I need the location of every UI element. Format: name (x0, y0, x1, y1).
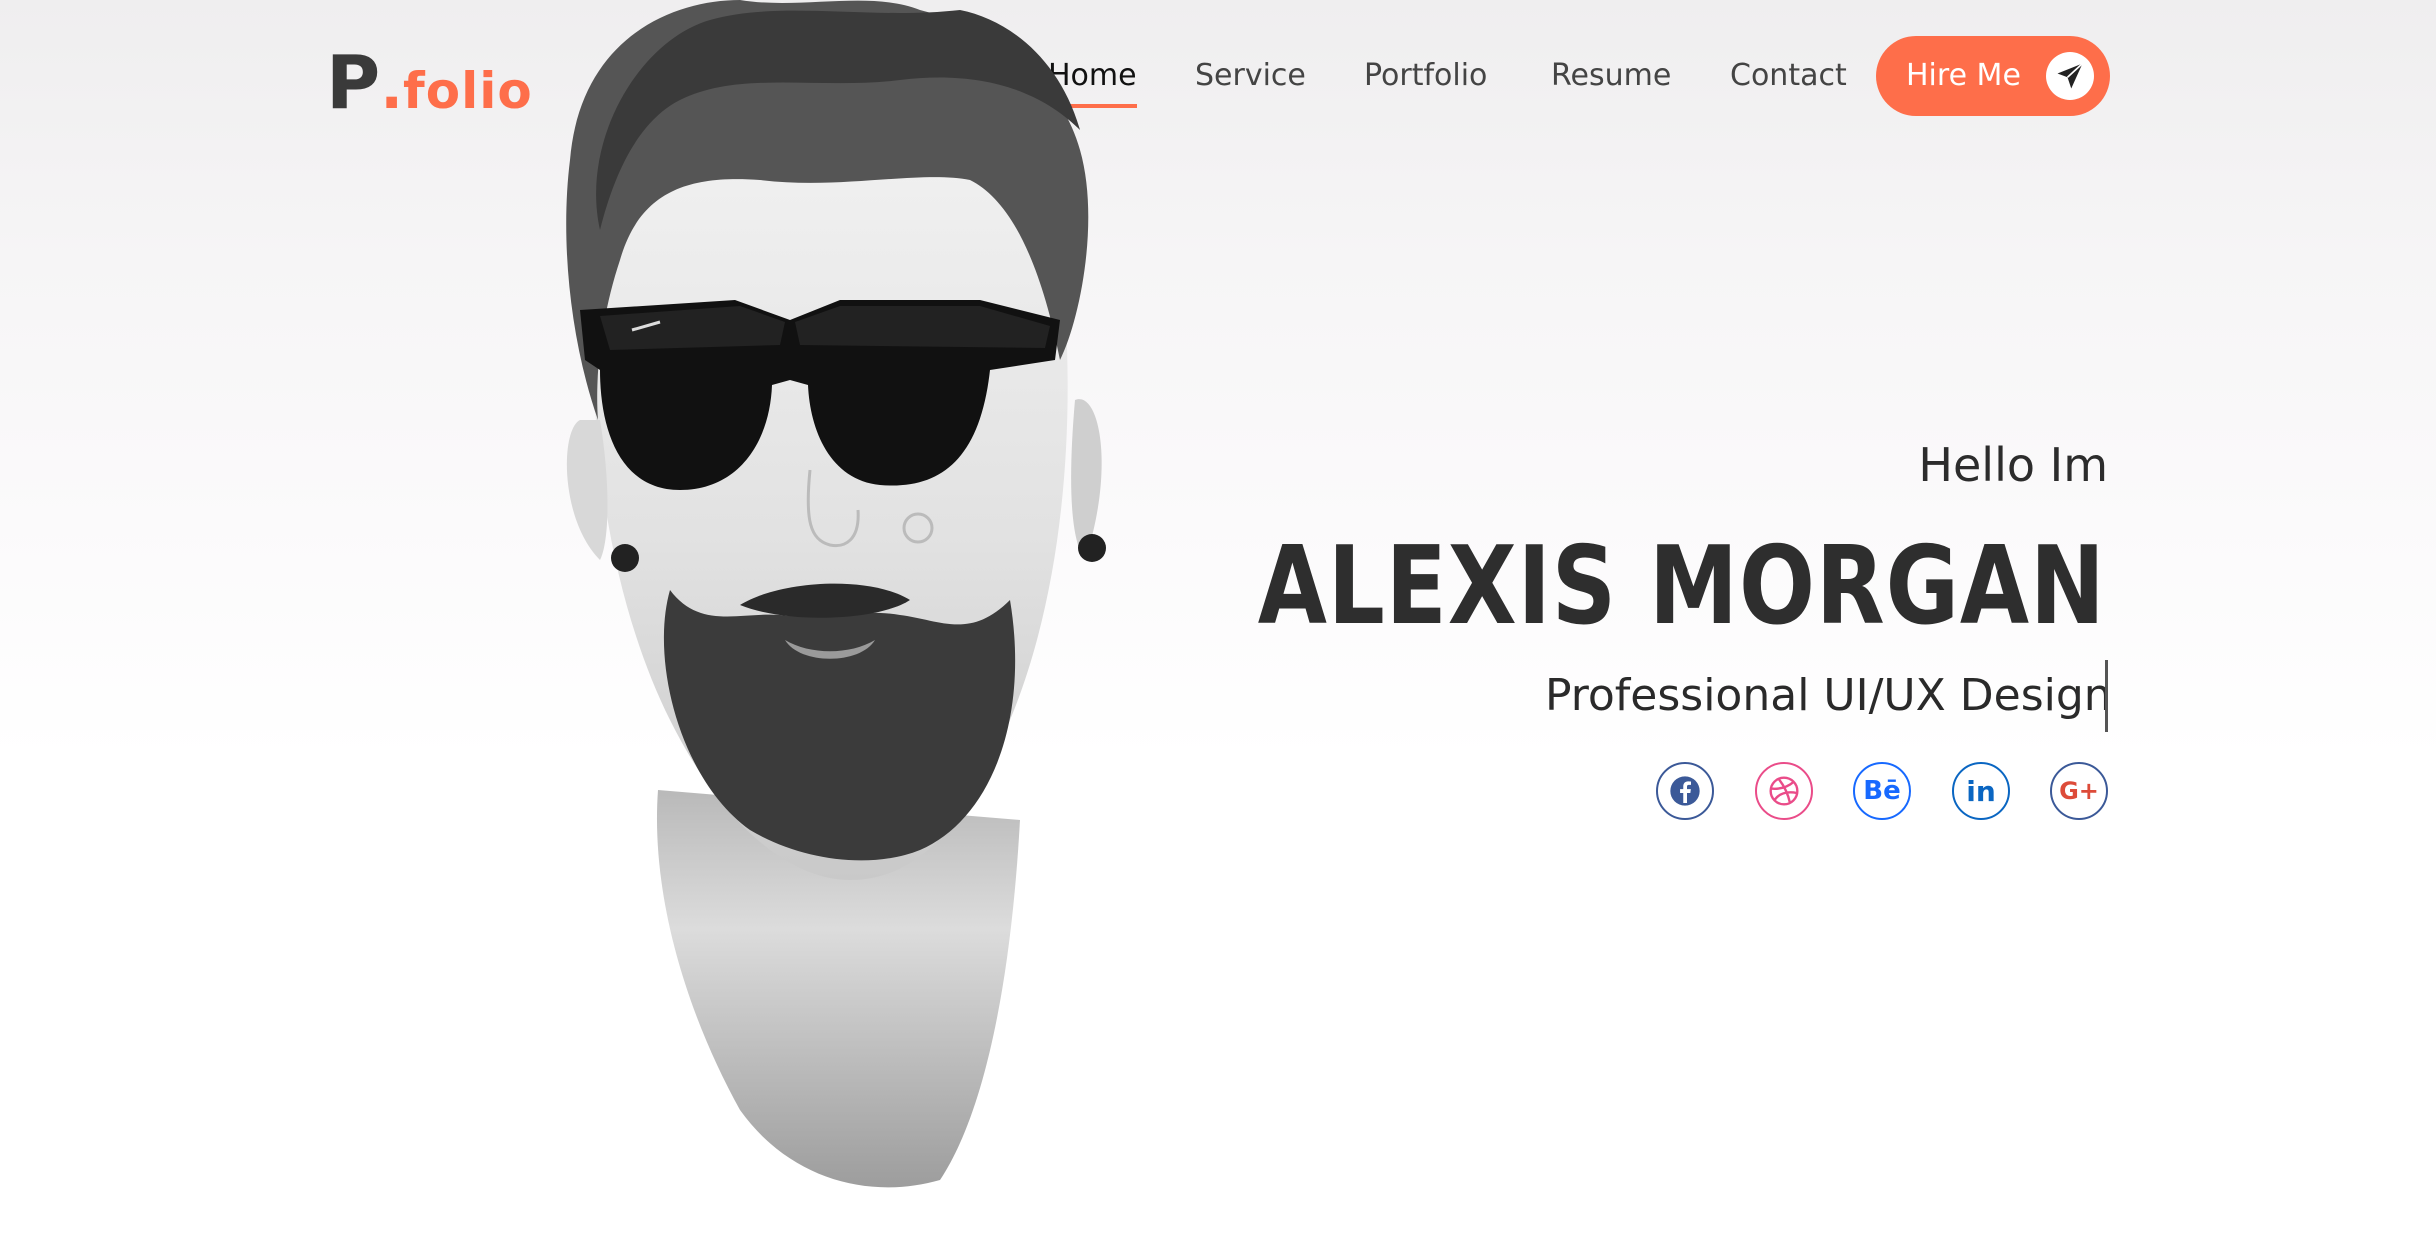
hire-me-button[interactable]: Hire Me (1876, 36, 2110, 116)
facebook-link[interactable] (1656, 762, 1714, 820)
nav-item-resume[interactable]: Resume (1551, 50, 1671, 102)
logo-mark: P (326, 40, 381, 126)
hero-role: Professional UI/UX Design (1545, 670, 2108, 721)
hero-role-typing: Professional UI/UX Design (1545, 660, 2108, 732)
hero-greeting: Hello Im (1918, 438, 2108, 492)
google-plus-link[interactable]: G+ (2050, 762, 2108, 820)
logo-text: folio (403, 62, 533, 120)
hero-portrait (566, 0, 1106, 1188)
nav-item-contact[interactable]: Contact (1730, 50, 1847, 102)
site-logo[interactable]: P. folio (326, 40, 533, 126)
facebook-icon (1670, 776, 1700, 806)
linkedin-link[interactable]: in (1952, 762, 2010, 820)
behance-icon: Bē (1863, 776, 1901, 806)
nav-item-portfolio[interactable]: Portfolio (1364, 50, 1487, 102)
behance-link[interactable]: Bē (1853, 762, 1911, 820)
social-links: Bē in G+ (1648, 762, 2108, 822)
linkedin-icon: in (1966, 774, 1996, 808)
google-plus-icon: G+ (2059, 777, 2099, 805)
logo-dot: . (380, 53, 404, 123)
hero-name: ALEXIS MORGAN (1258, 524, 2106, 649)
dribbble-link[interactable] (1755, 762, 1813, 820)
paper-plane-icon (2046, 52, 2094, 100)
dribbble-icon (1769, 776, 1799, 806)
hire-me-label: Hire Me (1906, 58, 2021, 93)
